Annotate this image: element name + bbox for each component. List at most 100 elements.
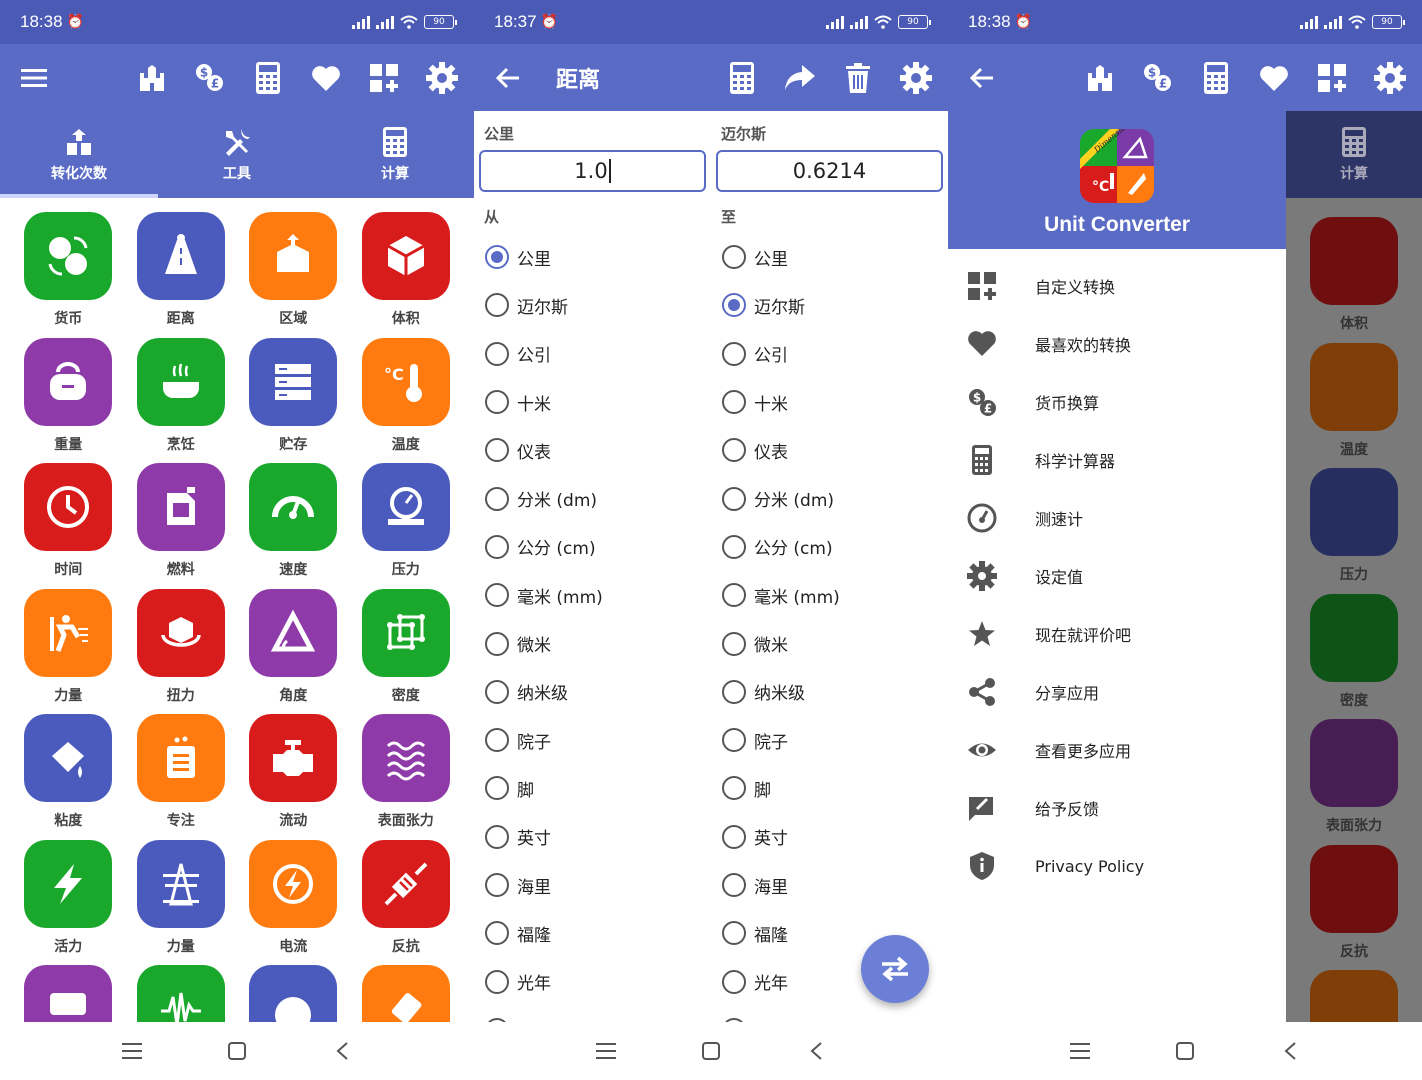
from-unit-option[interactable]: 是: [474, 1006, 711, 1022]
category-tile[interactable]: 力量: [125, 839, 238, 966]
calculator-button[interactable]: [1198, 60, 1234, 96]
from-unit-option[interactable]: 福隆: [474, 909, 711, 957]
category-tile[interactable]: [237, 965, 350, 1022]
drawer-menu-item[interactable]: 最喜欢的转换: [948, 315, 1286, 373]
to-unit-option[interactable]: 分米 (dm): [711, 474, 948, 522]
category-tile[interactable]: 角度: [237, 588, 350, 715]
to-unit-option[interactable]: 公里: [711, 233, 948, 281]
to-unit-option[interactable]: 英寸: [711, 813, 948, 861]
category-tile[interactable]: 区域: [237, 212, 350, 338]
from-value-input[interactable]: 1.0: [479, 150, 706, 192]
category-tile[interactable]: 反抗: [350, 839, 463, 966]
tab-conversions[interactable]: 转化次数: [0, 111, 158, 198]
from-unit-option[interactable]: 脚: [474, 764, 711, 812]
from-unit-option[interactable]: 迈尔斯: [474, 281, 711, 329]
category-tile[interactable]: 粘度: [12, 714, 125, 840]
menu-button[interactable]: [0, 68, 68, 88]
to-unit-option[interactable]: 脚: [711, 764, 948, 812]
radio-button[interactable]: [485, 824, 509, 849]
to-value-output[interactable]: 0.6214: [716, 150, 943, 192]
category-tile[interactable]: 速度: [237, 463, 350, 589]
to-unit-option[interactable]: 公引: [711, 330, 948, 378]
drawer-menu-item[interactable]: 科学计算器: [948, 431, 1286, 489]
category-tile[interactable]: [350, 965, 463, 1022]
settings-button[interactable]: [898, 60, 934, 96]
from-unit-option[interactable]: 公里: [474, 233, 711, 281]
to-unit-option[interactable]: 微米: [711, 619, 948, 667]
radio-button[interactable]: [485, 245, 509, 270]
radio-button[interactable]: [722, 583, 746, 608]
category-tile[interactable]: 力量: [12, 588, 125, 715]
radio-button[interactable]: [722, 679, 746, 704]
swap-units-button[interactable]: [861, 935, 929, 1003]
radio-button[interactable]: [722, 921, 746, 946]
settings-button[interactable]: [424, 60, 460, 96]
home-button[interactable]: [691, 1031, 731, 1071]
category-tile[interactable]: 贮存: [237, 337, 350, 464]
category-tile[interactable]: 时间: [12, 463, 125, 589]
radio-button[interactable]: [722, 631, 746, 656]
radio-button[interactable]: [722, 776, 746, 801]
currency-button[interactable]: $ £: [192, 60, 228, 96]
add-custom-button[interactable]: [366, 60, 402, 96]
to-unit-option[interactable]: 迈尔斯: [711, 281, 948, 329]
drawer-menu-item[interactable]: 分享应用: [948, 663, 1286, 721]
radio-button[interactable]: [722, 293, 746, 318]
category-tile[interactable]: 重量: [12, 337, 125, 464]
radio-button[interactable]: [722, 873, 746, 897]
from-unit-option[interactable]: 公引: [474, 330, 711, 378]
share-button[interactable]: [782, 60, 818, 96]
recents-button[interactable]: [112, 1031, 152, 1071]
category-tile[interactable]: 活力: [12, 839, 125, 966]
recents-button[interactable]: [586, 1031, 626, 1071]
category-tile[interactable]: 表面张力: [350, 714, 463, 840]
from-unit-option[interactable]: 十米: [474, 378, 711, 426]
radio-button[interactable]: [722, 390, 746, 415]
radio-button[interactable]: [485, 679, 509, 704]
category-tile[interactable]: [12, 965, 125, 1022]
drawer-menu-item[interactable]: 测速计: [948, 489, 1286, 547]
radio-button[interactable]: [722, 728, 746, 753]
from-unit-option[interactable]: 英寸: [474, 813, 711, 861]
calculator-button[interactable]: [724, 60, 760, 96]
to-unit-option[interactable]: 公分 (cm): [711, 523, 948, 571]
radio-button[interactable]: [485, 583, 509, 608]
radio-button[interactable]: [722, 245, 746, 270]
radio-button[interactable]: [722, 341, 746, 366]
drawer-scrim[interactable]: 计算 体积 温度 压力 密度 表面张力 反抗: [1286, 111, 1422, 1022]
radio-button[interactable]: [485, 293, 509, 318]
radio-button[interactable]: [722, 534, 746, 559]
radio-button[interactable]: [485, 969, 509, 994]
to-unit-option[interactable]: 十米: [711, 378, 948, 426]
calculator-button[interactable]: [250, 60, 286, 96]
radio-button[interactable]: [722, 969, 746, 994]
add-custom-button[interactable]: [1314, 60, 1350, 96]
radio-button[interactable]: [485, 486, 509, 511]
radio-button[interactable]: [722, 438, 746, 463]
radio-button[interactable]: [485, 390, 509, 415]
radio-button[interactable]: [485, 728, 509, 753]
category-tile[interactable]: [125, 965, 238, 1022]
radio-button[interactable]: [485, 534, 509, 559]
currency-button[interactable]: $ £: [1140, 60, 1176, 96]
favorites-button[interactable]: [308, 60, 344, 96]
drawer-menu-item[interactable]: Privacy Policy: [948, 837, 1286, 895]
drawer-menu-item[interactable]: $ £ 货币换算: [948, 373, 1286, 431]
category-tile[interactable]: 体积: [350, 212, 463, 338]
category-tile[interactable]: 密度: [350, 588, 463, 715]
from-unit-option[interactable]: 微米: [474, 619, 711, 667]
back-button[interactable]: [322, 1031, 362, 1071]
home-button[interactable]: [1165, 1031, 1205, 1071]
custom-conversion-button[interactable]: [134, 60, 170, 96]
tab-calculate[interactable]: 计算: [316, 111, 474, 198]
to-unit-option[interactable]: 是: [711, 1006, 948, 1022]
radio-button[interactable]: [722, 486, 746, 511]
back-button[interactable]: [1270, 1031, 1310, 1071]
to-unit-option[interactable]: 院子: [711, 716, 948, 764]
to-unit-option[interactable]: 毫米 (mm): [711, 571, 948, 619]
from-unit-option[interactable]: 公分 (cm): [474, 523, 711, 571]
category-tile[interactable]: °C 温度: [350, 337, 463, 464]
to-unit-option[interactable]: 海里: [711, 861, 948, 909]
category-tile[interactable]: 电流: [237, 839, 350, 966]
radio-button[interactable]: [485, 341, 509, 366]
